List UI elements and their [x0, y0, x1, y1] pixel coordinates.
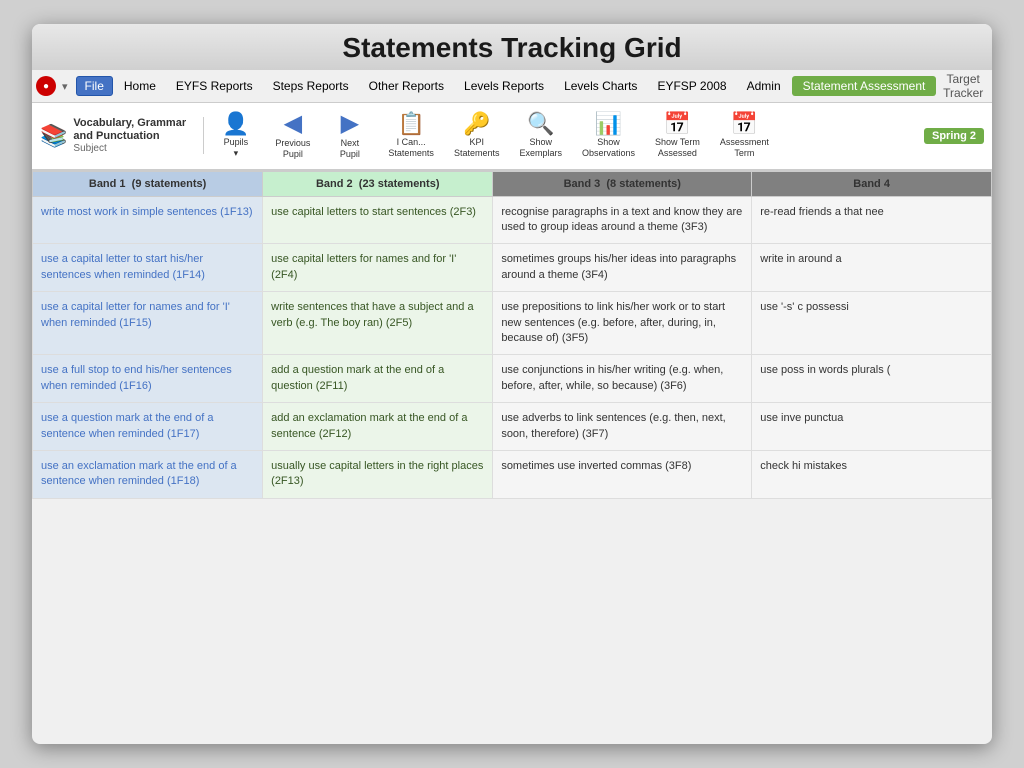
previous-pupil-button[interactable]: ◀ PreviousPupil	[265, 107, 320, 165]
next-pupil-label: NextPupil	[340, 138, 360, 160]
ican-statements-button[interactable]: 📋 I Can...Statements	[379, 108, 443, 164]
band4-cell[interactable]: use poss in words plurals (	[752, 355, 992, 403]
menu-statement-assessment[interactable]: Statement Assessment	[792, 76, 937, 96]
statements-grid: Band 1 (9 statements) Band 2 (23 stateme…	[32, 171, 992, 499]
next-pupil-button[interactable]: ▶ NextPupil	[322, 107, 377, 165]
menu-charts[interactable]: Levels Charts	[555, 76, 646, 96]
term-badge: Spring 2	[924, 128, 984, 144]
exemplars-label: ShowExemplars	[519, 137, 562, 159]
table-row: use an exclamation mark at the end of a …	[33, 450, 992, 498]
band1-cell[interactable]: use a capital letter to start his/her se…	[33, 244, 263, 292]
band1-header: Band 1 (9 statements)	[33, 171, 263, 196]
show-term-assessed-button[interactable]: 📅 Show TermAssessed	[646, 108, 709, 164]
band2-cell[interactable]: write sentences that have a subject and …	[263, 292, 493, 355]
band1-cell[interactable]: use a capital letter for names and for '…	[33, 292, 263, 355]
band3-cell[interactable]: sometimes use inverted commas (3F8)	[493, 450, 752, 498]
page-title: Statements Tracking Grid	[32, 32, 992, 64]
menu-file[interactable]: File	[76, 76, 113, 96]
menu-bar-arrow: ▾	[62, 80, 68, 93]
menu-admin[interactable]: Admin	[738, 76, 790, 96]
band1-cell[interactable]: use a question mark at the end of a sent…	[33, 403, 263, 451]
toolbar-buttons: 👤 Pupils▾ ◀ PreviousPupil ▶ NextPupil 📋 …	[208, 107, 920, 165]
assessment-term-label: AssessmentTerm	[720, 137, 769, 159]
table-row: write most work in simple sentences (1F1…	[33, 196, 992, 244]
previous-pupil-label: PreviousPupil	[275, 138, 310, 160]
term-assessed-label: Show TermAssessed	[655, 137, 700, 159]
table-row: use a capital letter for names and for '…	[33, 292, 992, 355]
band2-header: Band 2 (23 statements)	[263, 171, 493, 196]
kpi-icon: 🔑	[463, 113, 490, 135]
band2-cell[interactable]: use capital letters to start sentences (…	[263, 196, 493, 244]
app-icon: ●	[36, 76, 56, 96]
menu-bar: ● ▾ File Home EYFS Reports Steps Reports…	[32, 70, 992, 103]
term-assessed-icon: 📅	[664, 113, 691, 135]
subject-name: Vocabulary, Grammar and Punctuation	[73, 117, 193, 143]
band3-cell[interactable]: use adverbs to link sentences (e.g. then…	[493, 403, 752, 451]
toolbar-right: Spring 2	[924, 128, 984, 144]
band3-header: Band 3 (8 statements)	[493, 171, 752, 196]
show-exemplars-button[interactable]: 🔍 ShowExemplars	[510, 108, 571, 164]
ican-icon: 📋	[397, 113, 424, 135]
table-row: use a capital letter to start his/her se…	[33, 244, 992, 292]
band2-cell[interactable]: add a question mark at the end of a ques…	[263, 355, 493, 403]
pupils-button[interactable]: 👤 Pupils▾	[208, 108, 263, 164]
content-area: Band 1 (9 statements) Band 2 (23 stateme…	[32, 171, 992, 744]
band4-cell[interactable]: re-read friends a that nee	[752, 196, 992, 244]
band2-cell[interactable]: add an exclamation mark at the end of a …	[263, 403, 493, 451]
ican-label: I Can...Statements	[388, 137, 434, 159]
exemplars-icon: 🔍	[527, 113, 554, 135]
table-row: use a full stop to end his/her sentences…	[33, 355, 992, 403]
band3-cell[interactable]: sometimes groups his/her ideas into para…	[493, 244, 752, 292]
assessment-term-icon: 📅	[731, 113, 758, 135]
subject-icon: 📚	[40, 123, 67, 149]
band3-cell[interactable]: use prepositions to link his/her work or…	[493, 292, 752, 355]
next-arrow-icon: ▶	[341, 112, 359, 136]
menu-steps[interactable]: Steps Reports	[264, 76, 358, 96]
pupils-label: Pupils▾	[224, 137, 249, 159]
title-bar: Statements Tracking Grid	[32, 24, 992, 70]
previous-arrow-icon: ◀	[284, 112, 302, 136]
band1-cell[interactable]: write most work in simple sentences (1F1…	[33, 196, 263, 244]
band4-header: Band 4	[752, 171, 992, 196]
menu-eyfs[interactable]: EYFS Reports	[167, 76, 262, 96]
menu-eyfsp[interactable]: EYFSP 2008	[648, 76, 735, 96]
band3-cell[interactable]: use conjunctions in his/her writing (e.g…	[493, 355, 752, 403]
band4-cell[interactable]: use '-s' c possessi	[752, 292, 992, 355]
band2-cell[interactable]: use capital letters for names and for 'I…	[263, 244, 493, 292]
band4-cell[interactable]: check hi mistakes	[752, 450, 992, 498]
subject-info: Vocabulary, Grammar and Punctuation Subj…	[73, 117, 193, 154]
band4-cell[interactable]: use inve punctua	[752, 403, 992, 451]
subject-sublabel: Subject	[73, 143, 193, 154]
subject-section: 📚 Vocabulary, Grammar and Punctuation Su…	[40, 117, 204, 154]
band4-cell[interactable]: write in around a	[752, 244, 992, 292]
band1-cell[interactable]: use a full stop to end his/her sentences…	[33, 355, 263, 403]
assessment-term-button[interactable]: 📅 AssessmentTerm	[711, 108, 778, 164]
pupils-icon: 👤	[222, 113, 249, 135]
kpi-label: KPIStatements	[454, 137, 500, 159]
table-row: use a question mark at the end of a sent…	[33, 403, 992, 451]
show-observations-button[interactable]: 📊 ShowObservations	[573, 108, 644, 164]
menu-bar-title: Target Tracker	[938, 72, 988, 100]
band1-cell[interactable]: use an exclamation mark at the end of a …	[33, 450, 263, 498]
app-window: Statements Tracking Grid ● ▾ File Home E…	[32, 24, 992, 744]
observations-icon: 📊	[595, 113, 622, 135]
band3-cell[interactable]: recognise paragraphs in a text and know …	[493, 196, 752, 244]
observations-label: ShowObservations	[582, 137, 635, 159]
toolbar: 📚 Vocabulary, Grammar and Punctuation Su…	[32, 103, 992, 171]
menu-other[interactable]: Other Reports	[360, 76, 453, 96]
menu-home[interactable]: Home	[115, 76, 165, 96]
kpi-statements-button[interactable]: 🔑 KPIStatements	[445, 108, 509, 164]
menu-levels[interactable]: Levels Reports	[455, 76, 553, 96]
band2-cell[interactable]: usually use capital letters in the right…	[263, 450, 493, 498]
